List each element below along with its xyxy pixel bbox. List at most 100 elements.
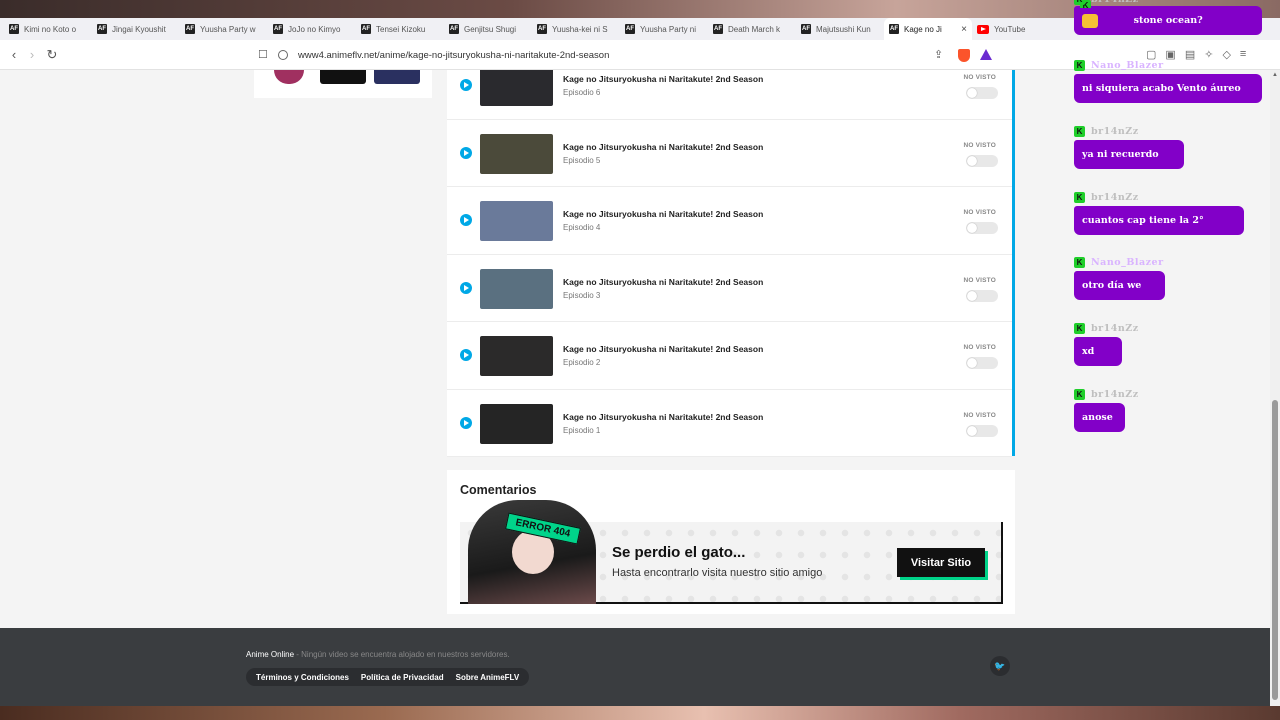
close-tab-icon[interactable]: × bbox=[961, 24, 967, 35]
browser-tab[interactable]: YouTube bbox=[972, 18, 1060, 40]
episode-thumbnail[interactable] bbox=[480, 403, 553, 444]
browser-tab[interactable]: AF JoJo no Kimyo bbox=[268, 18, 356, 40]
browser-tab[interactable]: AF Kage no Ji × bbox=[884, 18, 972, 40]
browser-tab[interactable]: AF Jingai Kyoushit bbox=[92, 18, 180, 40]
play-icon[interactable] bbox=[460, 416, 472, 429]
chat-username: br14nZz bbox=[1091, 388, 1139, 400]
episode-title[interactable]: Kage no Jitsuryokusha ni Naritakute! 2nd… bbox=[563, 74, 763, 84]
footer-brand: Anime Online - Ningún video se encuentra… bbox=[246, 650, 510, 659]
chat-username: br14nZz bbox=[1091, 125, 1139, 137]
episode-title[interactable]: Kage no Jitsuryokusha ni Naritakute! 2nd… bbox=[563, 344, 763, 354]
watched-toggle[interactable] bbox=[966, 357, 998, 369]
chat-user: Kbr14nZz bbox=[1074, 124, 1184, 138]
episode-thumbnail[interactable] bbox=[480, 336, 553, 376]
footer-disclaimer: - Ningún video se encuentra alojado en n… bbox=[294, 650, 510, 659]
episode-thumbnail[interactable] bbox=[480, 201, 553, 241]
tab-label: Tensei Kizoku bbox=[376, 24, 426, 34]
episode-thumbnail[interactable] bbox=[480, 133, 553, 174]
brave-rewards-icon[interactable] bbox=[980, 49, 992, 60]
related-thumb[interactable] bbox=[320, 70, 366, 84]
site-info-icon[interactable] bbox=[278, 50, 288, 60]
episode-row[interactable]: Kage no Jitsuryokusha ni Naritakute! 2nd… bbox=[447, 255, 1012, 322]
animeflv-favicon-icon: AF bbox=[889, 24, 899, 34]
animeflv-favicon-icon: AF bbox=[449, 24, 459, 34]
chat-bubble: anose bbox=[1074, 403, 1125, 432]
footer-link-privacy[interactable]: Política de Privacidad bbox=[361, 673, 444, 682]
chat-bubble: otro día we bbox=[1074, 271, 1165, 300]
browser-tab[interactable]: AF Death March k bbox=[708, 18, 796, 40]
browser-tab[interactable]: AF Majutsushi Kun bbox=[796, 18, 884, 40]
related-thumb[interactable] bbox=[374, 70, 420, 84]
episode-thumbnail[interactable] bbox=[480, 70, 553, 106]
episode-title[interactable]: Kage no Jitsuryokusha ni Naritakute! 2nd… bbox=[563, 412, 763, 422]
browser-tab[interactable]: AF Yuusha-kei ni S bbox=[532, 18, 620, 40]
episode-row[interactable]: Kage no Jitsuryokusha ni Naritakute! 2nd… bbox=[447, 187, 1012, 255]
chat-bubble: ni siquiera acabo Vento áureo bbox=[1074, 74, 1262, 103]
episode-number: Episodio 5 bbox=[563, 155, 601, 165]
kick-badge-icon: K bbox=[1074, 0, 1085, 5]
play-icon[interactable] bbox=[460, 281, 472, 294]
youtube-icon bbox=[977, 24, 989, 34]
url-field[interactable]: www4.animeflv.net/anime/kage-no-jitsuryo… bbox=[278, 45, 998, 65]
back-icon[interactable]: ‹ bbox=[6, 47, 22, 63]
kick-badge-icon: K bbox=[1074, 256, 1085, 268]
chat-username: Nano_Blazer bbox=[1091, 256, 1164, 268]
comments-title: Comentarios bbox=[460, 483, 537, 497]
animeflv-favicon-icon: AF bbox=[801, 24, 811, 34]
episode-list: Kage no Jitsuryokusha ni Naritakute! 2nd… bbox=[447, 70, 1015, 457]
kick-badge-icon: K bbox=[1074, 322, 1085, 334]
watched-toggle[interactable] bbox=[966, 154, 998, 167]
emote-icon bbox=[1082, 14, 1098, 28]
play-icon[interactable] bbox=[460, 214, 472, 226]
related-thumb[interactable] bbox=[274, 70, 304, 84]
forward-icon[interactable]: › bbox=[24, 47, 40, 63]
watched-toggle[interactable] bbox=[966, 222, 998, 234]
reload-icon[interactable]: ↻ bbox=[44, 47, 60, 63]
tab-label: YouTube bbox=[994, 24, 1026, 34]
animeflv-favicon-icon: AF bbox=[713, 24, 723, 34]
share-icon[interactable]: ⇪ bbox=[934, 48, 943, 61]
episode-row[interactable]: Kage no Jitsuryokusha ni Naritakute! 2nd… bbox=[447, 322, 1012, 390]
chat-user: Kbr14nZz bbox=[1074, 387, 1139, 401]
browser-tab[interactable]: AF Yuusha Party ni bbox=[620, 18, 708, 40]
tab-label: Death March k bbox=[728, 24, 781, 34]
browser-tab[interactable]: AF Genjitsu Shugi bbox=[444, 18, 532, 40]
episode-row[interactable]: Kage no Jitsuryokusha ni Naritakute! 2nd… bbox=[447, 390, 1012, 457]
scrollbar-thumb[interactable] bbox=[1272, 400, 1278, 700]
bookmark-icon[interactable]: ☐ bbox=[258, 48, 268, 61]
browser-tab[interactable]: AF Tensei Kizoku bbox=[356, 18, 444, 40]
footer-link-terms[interactable]: Términos y Condiciones bbox=[256, 673, 349, 682]
brave-shield-icon[interactable] bbox=[958, 49, 970, 62]
watched-toggle[interactable] bbox=[966, 289, 998, 302]
chat-message: Kbr14nZz xd bbox=[1074, 321, 1139, 366]
episode-title[interactable]: Kage no Jitsuryokusha ni Naritakute! 2nd… bbox=[563, 142, 763, 152]
browser-tab[interactable]: AF Yuusha Party w bbox=[180, 18, 268, 40]
footer-links: Términos y Condiciones Política de Priva… bbox=[246, 668, 530, 686]
watched-status: NO VISTO bbox=[963, 344, 996, 351]
visit-site-button[interactable]: Visitar Sitio bbox=[897, 548, 985, 577]
watched-toggle[interactable] bbox=[966, 87, 998, 99]
watched-status: NO VISTO bbox=[963, 209, 996, 216]
twitter-icon[interactable]: 🐦 bbox=[990, 656, 1010, 676]
episode-title[interactable]: Kage no Jitsuryokusha ni Naritakute! 2nd… bbox=[563, 209, 763, 219]
footer-link-about[interactable]: Sobre AnimeFLV bbox=[456, 673, 520, 682]
play-icon[interactable] bbox=[460, 349, 472, 361]
url-text: www4.animeflv.net/anime/kage-no-jitsuryo… bbox=[298, 49, 610, 61]
episode-thumbnail[interactable] bbox=[480, 268, 553, 309]
tab-label: Genjitsu Shugi bbox=[464, 24, 517, 34]
animeflv-favicon-icon: AF bbox=[361, 24, 371, 34]
play-icon[interactable] bbox=[460, 79, 472, 91]
episode-title[interactable]: Kage no Jitsuryokusha ni Naritakute! 2nd… bbox=[563, 277, 763, 287]
play-icon[interactable] bbox=[460, 146, 472, 159]
footer-brand-name[interactable]: Anime Online bbox=[246, 650, 294, 659]
episode-row[interactable]: Kage no Jitsuryokusha ni Naritakute! 2nd… bbox=[447, 70, 1012, 120]
browser-tab[interactable]: AF Kimi no Koto o bbox=[4, 18, 92, 40]
chat-username: br14nZz bbox=[1091, 0, 1139, 5]
chat-emote-bubble bbox=[1074, 8, 1130, 34]
scroll-up-icon[interactable]: ▲ bbox=[1272, 72, 1278, 78]
error-mascot-image: ERROR 404 bbox=[468, 500, 596, 604]
episode-row[interactable]: Kage no Jitsuryokusha ni Naritakute! 2nd… bbox=[447, 120, 1012, 187]
stream-overlay-bottom bbox=[0, 706, 1280, 720]
watched-status: NO VISTO bbox=[963, 411, 996, 419]
watched-toggle[interactable] bbox=[966, 424, 998, 437]
